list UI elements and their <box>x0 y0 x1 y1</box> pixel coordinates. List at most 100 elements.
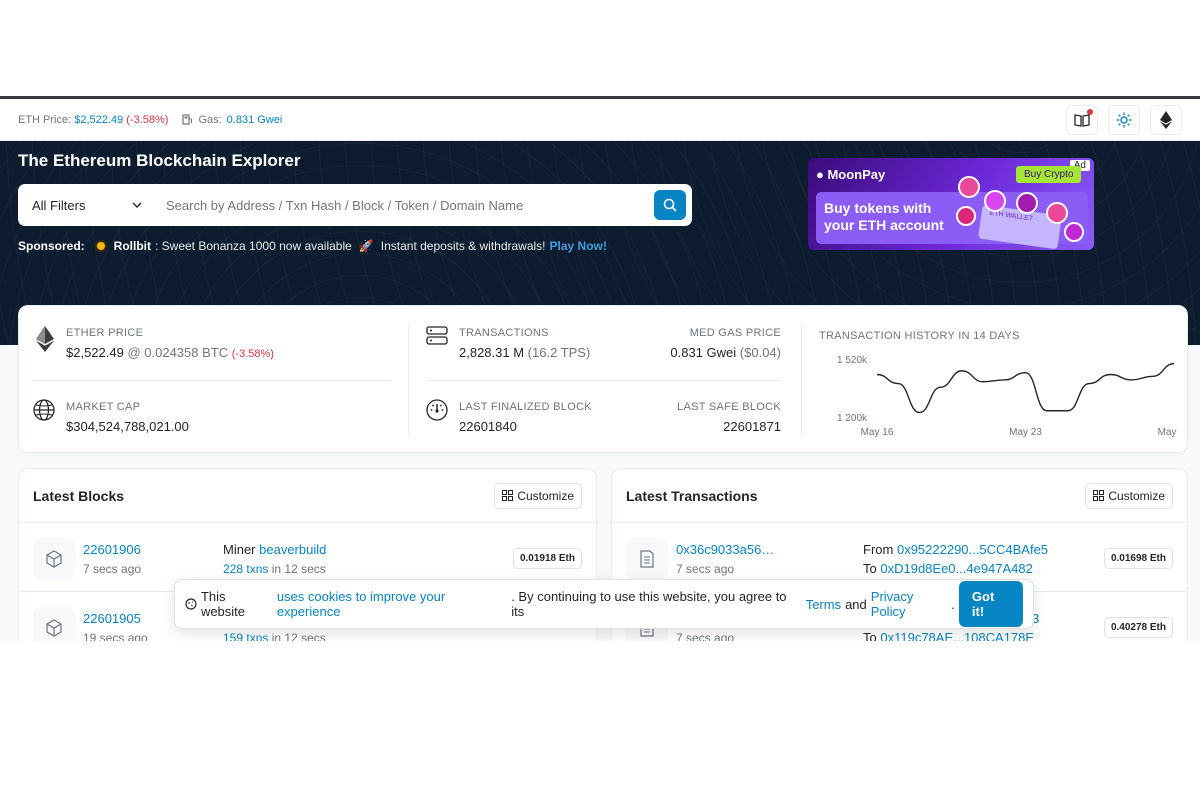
ad-text: Buy tokens with your ETH account <box>824 200 944 233</box>
ad-token-icon <box>958 176 980 198</box>
med-gas-value[interactable]: 0.831 Gwei <box>670 345 736 360</box>
transactions-stat: TRANSACTIONS 2,828.31 M (16.2 TPS) <box>459 327 590 360</box>
txns-time: in 12 secs <box>271 562 326 576</box>
latest-blocks-title: Latest Blocks <box>33 487 125 504</box>
ad-brand: ● MoonPay <box>816 167 886 182</box>
search-button[interactable] <box>654 190 686 220</box>
from-address-link[interactable]: 0x95222290...5CC4BAfe5 <box>897 542 1048 557</box>
hero-title: The Ethereum Blockchain Explorer <box>18 151 301 170</box>
cookie-text-1: This website <box>200 589 246 619</box>
cube-icon <box>33 607 75 641</box>
chevron-down-icon <box>132 202 142 208</box>
block-age: 19 secs ago <box>83 631 148 641</box>
divider <box>801 324 802 436</box>
block-age: 7 secs ago <box>83 562 142 576</box>
theme-toggle-button[interactable] <box>1108 104 1140 135</box>
document-icon <box>626 538 668 580</box>
to-address-link[interactable]: 0x119c78AE...108CA178E <box>880 630 1034 641</box>
grid-icon <box>502 490 514 501</box>
ether-price-value: $2,522.49 <box>66 345 124 360</box>
server-icon <box>426 326 448 345</box>
gas-indicator[interactable]: Gas: 0.831 Gwei <box>182 114 282 126</box>
last-finalized-value[interactable]: 22601840 <box>459 419 592 434</box>
ether-price-change: (-3.58%) <box>231 348 274 360</box>
rocket-icon: 🚀 <box>358 239 374 253</box>
privacy-policy-link[interactable]: Privacy Policy <box>871 589 952 619</box>
chart-title: TRANSACTION HISTORY IN 14 DAYS <box>819 330 1020 342</box>
notifications-button[interactable] <box>1066 104 1098 135</box>
transactions-tps: (16.2 TPS) <box>527 345 591 360</box>
last-safe-stat: LAST SAFE BLOCK 22601871 <box>677 401 781 434</box>
x-tick-label: May 23 <box>1009 427 1042 438</box>
tx-age: 7 secs ago <box>676 631 735 641</box>
eth-price-value[interactable]: $2,522.49 <box>74 114 123 126</box>
to-label: To <box>863 561 877 576</box>
notification-dot <box>1087 108 1093 115</box>
cookie-icon <box>185 598 197 610</box>
ad-token-icon <box>1046 202 1068 224</box>
med-gas-usd: ($0.04) <box>739 345 781 360</box>
search-input[interactable] <box>154 197 654 213</box>
moonpay-ad[interactable]: Ad ● MoonPay Buy Crypto Buy tokens with … <box>808 158 1094 250</box>
ad-token-icon <box>984 190 1006 212</box>
last-finalized-stat: LAST FINALIZED BLOCK 22601840 <box>459 401 592 434</box>
tx-hash-link[interactable]: 0x36c9033a56… <box>676 542 774 557</box>
txns-link[interactable]: 159 txns <box>223 631 268 641</box>
tx-value-badge: 0.01698 Eth <box>1103 548 1173 569</box>
latest-transactions-customize-button[interactable]: Customize <box>1085 482 1173 509</box>
divider <box>426 380 782 381</box>
filter-label: All Filters <box>32 197 86 213</box>
market-cap-label: MARKET CAP <box>66 401 141 413</box>
grid-icon <box>1093 490 1105 501</box>
block-number-link[interactable]: 22601906 <box>83 542 141 557</box>
eth-price-label: ETH Price: <box>18 113 72 126</box>
ether-price-btc: @ 0.024358 BTC <box>127 345 229 360</box>
med-gas-stat: MED GAS PRICE 0.831 Gwei ($0.04) <box>670 327 781 360</box>
gas-pump-icon <box>182 114 193 125</box>
market-cap-stat: MARKET CAP $304,524,788,021.00 <box>66 401 189 434</box>
transactions-value[interactable]: 2,828.31 M <box>459 345 524 360</box>
block-number-link[interactable]: 22601905 <box>83 611 141 626</box>
transaction-history-chart[interactable]: 1 520k 1 200k May 16 May 23 May 30 <box>819 346 1179 441</box>
block-reward-badge: 0.01918 Eth <box>512 548 582 569</box>
cookie-and: and <box>845 596 867 612</box>
network-switch-button[interactable] <box>1150 104 1182 135</box>
miner-link[interactable]: beaverbuild <box>259 542 326 557</box>
miner-label: Miner <box>223 542 256 557</box>
gauge-icon <box>426 399 448 421</box>
topbar-actions <box>1066 104 1182 135</box>
divider <box>33 380 391 381</box>
sponsored-line: Sponsored: Rollbit : Sweet Bonanza 1000 … <box>18 239 607 253</box>
cookie-policy-link[interactable]: uses cookies to improve your experience <box>277 589 511 619</box>
last-safe-label: LAST SAFE BLOCK <box>677 401 781 413</box>
sponsor-cta-link[interactable]: Play Now! <box>550 239 607 253</box>
cookie-text-2: . By continuing to use this website, you… <box>511 589 787 619</box>
filter-dropdown[interactable]: All Filters <box>18 198 154 213</box>
cookie-banner: This website uses cookies to improve you… <box>174 579 1034 629</box>
transactions-label: TRANSACTIONS <box>459 327 549 339</box>
ad-cta-button[interactable]: Buy Crypto <box>1016 166 1082 183</box>
terms-link[interactable]: Terms <box>806 597 841 612</box>
cube-icon <box>33 538 75 580</box>
ether-price-stat: ETHER PRICE $2,522.49 @ 0.024358 BTC (-3… <box>66 327 274 360</box>
med-gas-label: MED GAS PRICE <box>689 327 781 339</box>
txns-link[interactable]: 228 txns <box>223 562 268 576</box>
last-safe-value[interactable]: 22601871 <box>677 419 781 434</box>
ether-price-label: ETHER PRICE <box>66 327 144 339</box>
book-icon <box>1074 113 1090 127</box>
x-tick-label: May 16 <box>861 427 894 438</box>
last-finalized-label: LAST FINALIZED BLOCK <box>459 401 592 413</box>
y-tick-label: 1 200k <box>837 413 868 424</box>
search-bar: All Filters <box>18 184 692 226</box>
blank-top-area <box>0 0 1200 96</box>
top-bar: ETH Price: $2,522.49 (-3.58%) Gas: 0.831… <box>0 99 1200 141</box>
latest-blocks-customize-button[interactable]: Customize <box>494 482 582 509</box>
y-tick-label: 1 520k <box>837 355 868 366</box>
cookie-accept-button[interactable]: Got it! <box>958 581 1023 627</box>
to-address-link[interactable]: 0xD19d8Ee0...4e947A482 <box>880 561 1033 576</box>
sun-icon <box>1116 112 1132 127</box>
stats-card: ETHER PRICE $2,522.49 @ 0.024358 BTC (-3… <box>18 305 1188 453</box>
latest-transactions-header: Latest Transactions Customize <box>612 469 1187 523</box>
ethereum-icon <box>36 326 54 352</box>
ad-token-icon <box>956 206 976 226</box>
